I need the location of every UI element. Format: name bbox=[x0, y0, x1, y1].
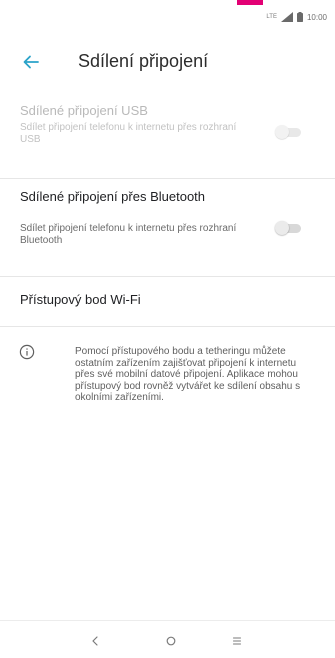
arrow-left-icon bbox=[23, 55, 39, 69]
battery-icon bbox=[296, 12, 303, 22]
info-text: Pomocí přístupového bodu a tetheringu mů… bbox=[75, 346, 301, 403]
page-title: Sdílení připojení bbox=[78, 51, 209, 71]
divider bbox=[0, 326, 335, 327]
app-bar: Sdílení připojení bbox=[0, 42, 335, 82]
bluetooth-tethering-toggle[interactable] bbox=[275, 221, 301, 235]
usb-tethering-row: Sdílené připojení USB Sdílet připojení t… bbox=[0, 103, 335, 163]
usb-tethering-title: Sdílené připojení USB bbox=[20, 103, 148, 118]
usb-tethering-toggle bbox=[275, 125, 301, 139]
bluetooth-tethering-title: Sdílené připojení přes Bluetooth bbox=[20, 189, 206, 204]
navigation-bar bbox=[0, 620, 335, 658]
wifi-hotspot-title: Přístupový bod Wi-Fi bbox=[20, 292, 141, 307]
toggle-thumb bbox=[275, 221, 289, 235]
back-button[interactable] bbox=[18, 49, 44, 75]
menu-lines-icon bbox=[232, 637, 242, 645]
bluetooth-tethering-row[interactable]: Sdílené připojení přes Bluetooth Sdílet … bbox=[0, 189, 335, 267]
status-bar: LTE 10:00 bbox=[0, 0, 335, 32]
usb-tethering-summary: Sdílet připojení telefonu k internetu př… bbox=[20, 122, 237, 145]
wifi-hotspot-row[interactable]: Přístupový bod Wi-Fi bbox=[0, 286, 335, 320]
nav-recents-button[interactable] bbox=[228, 632, 246, 650]
status-icons: LTE 10:00 bbox=[266, 12, 327, 22]
chevron-left-icon bbox=[92, 636, 98, 646]
signal-icon bbox=[280, 12, 293, 22]
nav-back-button[interactable] bbox=[86, 632, 104, 650]
divider bbox=[0, 276, 335, 277]
info-circle-icon bbox=[19, 344, 35, 360]
nav-home-button[interactable] bbox=[162, 632, 180, 650]
circle-icon bbox=[166, 636, 176, 646]
status-time: 10:00 bbox=[306, 12, 327, 22]
toggle-thumb bbox=[275, 125, 289, 139]
bluetooth-tethering-summary: Sdílet připojení telefonu k internetu př… bbox=[20, 223, 237, 246]
info-section: Pomocí přístupového bodu a tetheringu mů… bbox=[0, 340, 335, 470]
divider bbox=[0, 178, 335, 179]
network-type-label: LTE bbox=[266, 14, 277, 20]
